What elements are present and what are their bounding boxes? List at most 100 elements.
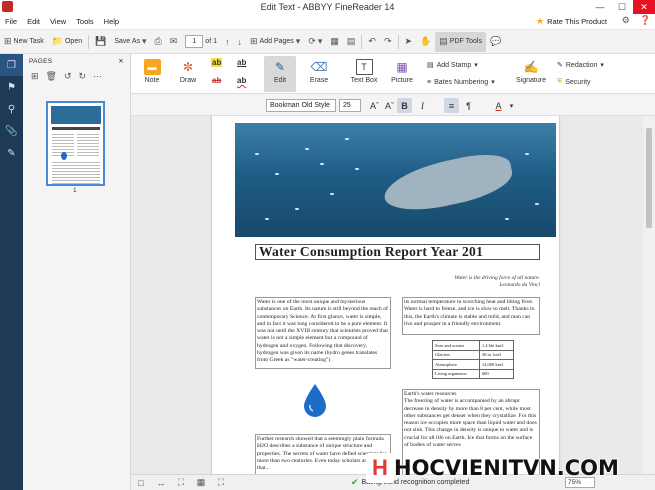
rotate-button[interactable]: ⟳ ▾ [304,32,326,52]
single-page-view-icon[interactable]: □ [131,478,151,488]
draw-icon: ✼ [182,60,194,74]
pdf-tools-icon: ▤ [439,36,448,46]
pages-icon[interactable]: ❐ [0,54,23,76]
two-page-view-icon[interactable]: ▦ [191,477,211,488]
fit-page-icon[interactable]: ⛶ [171,477,191,488]
pdf-tools-button[interactable]: ▤ PDF Tools [435,31,486,52]
italic-button[interactable]: I [415,98,430,113]
rate-product-button[interactable]: ★ Rate This Product [536,16,607,27]
page-number-input[interactable]: 1 [185,35,204,48]
signature-button[interactable]: ✍ Signature [514,56,548,92]
watermark-text: HOCVIENITVN.COM [393,455,619,481]
add-page-icon[interactable]: ⊞ [31,71,39,82]
epigraph[interactable]: Water is the driving force of all nature… [438,275,540,289]
arrow-up-icon: ↑ [224,36,230,47]
chevron-down-icon: ▾ [317,36,323,46]
text-block-col2[interactable]: its normal temperature in scorching heat… [402,297,540,335]
bold-button[interactable]: B [397,98,412,113]
undo-button[interactable]: ↶ [364,32,380,52]
prev-page-button[interactable]: ↑ [221,32,234,52]
star-icon: ★ [536,16,545,26]
print-button[interactable]: ⎙ [151,32,166,52]
fullscreen-icon[interactable]: ⛶ [211,477,231,488]
new-task-icon: ⊞ [4,36,12,46]
menu-view[interactable]: View [45,17,71,26]
redaction-button[interactable]: ✎ Redaction ▾ [557,61,604,70]
minimize-button[interactable]: — [589,0,611,14]
comment-icon: 💬 [489,36,502,46]
rotate-left-icon[interactable]: ↺ [64,71,72,82]
chevron-down-icon[interactable]: ▾ [504,98,519,113]
window-title: Edit Text - ABBYY FineReader 14 [260,2,395,12]
font-family-select[interactable]: Bookman Old Style [266,99,336,112]
bates-numbering-button[interactable]: ≡ Bates Numbering ▾ [427,78,495,87]
text-box-button[interactable]: T Text Box [349,56,379,92]
watermark-logo: H [366,453,394,483]
text-block-col1[interactable]: Water is one of the most unique and myst… [255,297,391,369]
select-tool-button[interactable]: ➤ [401,32,417,52]
add-stamp-button[interactable]: ▤ Add Stamp ▾ [427,61,478,70]
next-page-button[interactable]: ↓ [233,32,246,52]
save-icon: 💾 [95,36,107,46]
menu-file[interactable]: File [0,17,22,26]
save-button[interactable]: 💾 [91,32,110,52]
note-button[interactable]: ▬ Note [139,56,165,92]
comments-button[interactable]: 💬 [486,32,505,52]
strikethrough-icon[interactable]: ab [211,76,222,85]
attachment-icon[interactable]: 📎 [0,120,23,142]
menu-help[interactable]: Help [99,17,124,26]
save-as-button[interactable]: Save As ▾ [110,32,150,52]
help-icon[interactable]: ❓ [640,15,651,26]
recognize-button[interactable]: ▦ [326,32,343,52]
decrease-font-icon[interactable]: Aˇ [382,98,397,113]
more-options-icon[interactable]: ⋯ [93,71,102,82]
fit-width-icon[interactable]: ↔ [151,478,171,488]
close-button[interactable]: ✕ [633,0,655,14]
document-canvas[interactable]: Water Consumption Report Year 201 Water … [131,116,643,474]
scan-button[interactable]: ▤ [343,32,360,52]
draw-button[interactable]: ✼ Draw [175,56,201,92]
paragraph-icon[interactable]: ¶ [461,98,476,113]
menu-edit[interactable]: Edit [22,17,45,26]
water-resources-table[interactable]: Seas and oceans 1.4 bln km3 Glaciers 30 m.… [432,340,515,379]
new-task-button[interactable]: ⊞ New Task [0,32,48,52]
increase-font-icon[interactable]: Aˆ [367,98,382,113]
scrollbar-thumb[interactable] [646,128,652,228]
vertical-scrollbar[interactable] [643,116,655,474]
hand-icon: ✋ [420,36,432,46]
document-title[interactable]: Water Consumption Report Year 201 [255,244,540,260]
edit-button[interactable]: ✎ Edit [264,56,296,92]
search-icon[interactable]: ⚲ [0,98,23,120]
highlight-icon[interactable]: ab [211,58,223,67]
erase-button[interactable]: ⌫ Erase [306,56,332,92]
align-icon[interactable]: ≡ [444,98,459,113]
chevron-down-icon: ▾ [295,36,301,46]
note-icon: ▬ [143,59,161,75]
left-rail: ❐ ⚑ ⚲ 📎 ✎ [0,54,23,490]
add-pages-button[interactable]: ⊞ Add Pages ▾ [246,32,304,52]
dolphin [379,147,517,219]
rotate-right-icon[interactable]: ↻ [79,71,87,82]
menu-tools[interactable]: Tools [71,17,99,26]
close-panel-icon[interactable]: ✕ [118,57,124,65]
security-button[interactable]: ⛨ Security [557,78,591,86]
water-drop-icon [304,384,326,417]
email-button[interactable]: ✉ [166,32,182,52]
maximize-button[interactable]: ☐ [611,0,633,14]
delete-page-icon[interactable]: 🗑 [46,71,57,82]
recognize-icon: ▦ [330,36,339,46]
pages-panel: PAGES ✕ ⊞ 🗑 ↺ ↻ ⋯ 1 [23,54,131,490]
bookmark-icon[interactable]: ⚑ [0,76,23,98]
squiggly-icon[interactable]: ab [236,76,247,85]
settings-gear-icon[interactable]: ⚙ [622,15,630,26]
underline-icon[interactable]: ab [236,58,247,67]
page-thumbnail[interactable] [46,101,105,186]
redo-button[interactable]: ↷ [380,32,396,52]
open-button[interactable]: 📁 Open [48,32,86,52]
signature-icon[interactable]: ✎ [0,142,23,164]
hand-tool-button[interactable]: ✋ [416,32,435,52]
font-size-select[interactable]: 25 [339,99,361,112]
picture-button[interactable]: ▦ Picture [388,56,416,92]
document-page: Water Consumption Report Year 201 Water … [212,116,559,474]
dolphin-photo [235,123,556,237]
